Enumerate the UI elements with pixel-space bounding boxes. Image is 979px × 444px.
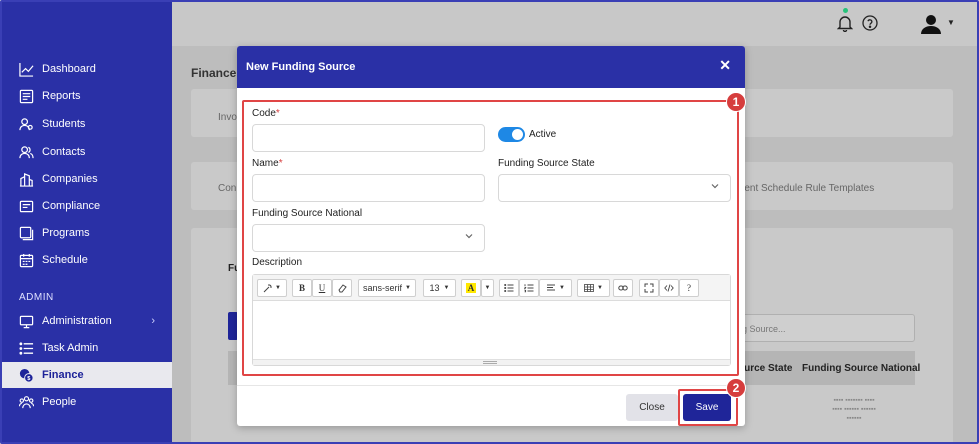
close-button[interactable]: Close (626, 394, 678, 421)
sidebar-item-label: Students (42, 118, 86, 130)
step-badge-1: 1 (726, 92, 746, 112)
dialog-header: New Funding Source ✕ (237, 46, 745, 88)
close-icon[interactable]: ✕ (719, 57, 731, 74)
sidebar-item-label: Contacts (42, 146, 86, 158)
sidebar-item-label: Administration (42, 315, 112, 327)
notification-dot (843, 8, 848, 13)
programs-icon (19, 226, 34, 241)
sidebar-item-label: Schedule (42, 254, 88, 266)
background-cell-text: ▪▪▪▪ ▪▪▪▪▪▪▪ ▪▪▪▪ ▪▪▪▪ ▪▪▪▪▪▪ ▪▪▪▪▪▪ ▪▪▪▪▪… (832, 397, 876, 422)
page-title: Finance (191, 66, 237, 80)
dialog-footer: Close Save (237, 385, 745, 426)
help-icon[interactable] (862, 15, 878, 31)
sidebar-item-people[interactable]: People (2, 389, 172, 415)
sidebar-item-task-admin[interactable]: Task Admin (2, 335, 172, 361)
bell-icon[interactable] (836, 14, 854, 33)
step-badge-2: 2 (726, 378, 746, 398)
list-icon (19, 341, 34, 356)
sidebar-item-label: Compliance (42, 200, 101, 212)
sidebar-item-label: Dashboard (42, 63, 96, 75)
sidebar-item-label: Companies (42, 173, 98, 185)
background-column-header: Funding Source National (802, 363, 921, 374)
form-highlight-box (242, 100, 739, 376)
sidebar-item-label: People (42, 396, 77, 408)
finance-icon: $ (19, 368, 34, 383)
top-bar: ▼ (172, 2, 977, 46)
background-search-input: ng Source... (728, 314, 915, 342)
calendar-icon (19, 253, 34, 268)
chevron-right-icon: › (151, 315, 155, 327)
sidebar-item-label: Finance (42, 369, 84, 381)
sidebar-item-label: Programs (42, 227, 90, 239)
report-icon (19, 89, 34, 104)
monitor-icon (19, 314, 34, 329)
background-tab: Con (218, 183, 237, 194)
sidebar-item-finance[interactable]: $ Finance (2, 362, 172, 388)
user-avatar-icon[interactable] (920, 13, 942, 35)
sidebar-item-dashboard[interactable]: Dashboard (2, 56, 172, 82)
contacts-icon (19, 145, 34, 160)
sidebar-item-label: Task Admin (42, 342, 99, 354)
sidebar-item-programs[interactable]: Programs (2, 220, 172, 246)
background-tab: ment Schedule Rule Templates (736, 183, 875, 194)
companies-icon (19, 172, 34, 187)
sidebar-item-schedule[interactable]: Schedule (2, 247, 172, 273)
app-frame: Dashboard Reports Students Contacts Comp… (0, 0, 979, 444)
sidebar-item-contacts[interactable]: Contacts (2, 139, 172, 165)
sidebar-item-companies[interactable]: Companies (2, 166, 172, 192)
sidebar-item-administration[interactable]: Administration › (2, 308, 172, 334)
sidebar-item-reports[interactable]: Reports (2, 83, 172, 109)
background-tab: Invo (218, 112, 237, 123)
background-column-header: ource State (738, 363, 793, 374)
sidebar-item-compliance[interactable]: Compliance (2, 193, 172, 219)
dialog-title: New Funding Source (246, 61, 356, 73)
sidebar: Dashboard Reports Students Contacts Comp… (2, 2, 172, 442)
chart-line-icon (19, 62, 34, 77)
sidebar-section-admin: ADMIN (19, 292, 54, 303)
sidebar-item-students[interactable]: Students (2, 111, 172, 137)
compliance-icon (19, 199, 34, 214)
students-icon (19, 117, 34, 132)
people-icon (19, 395, 34, 410)
sidebar-item-label: Reports (42, 90, 81, 102)
user-menu-caret-icon[interactable]: ▼ (947, 18, 955, 27)
